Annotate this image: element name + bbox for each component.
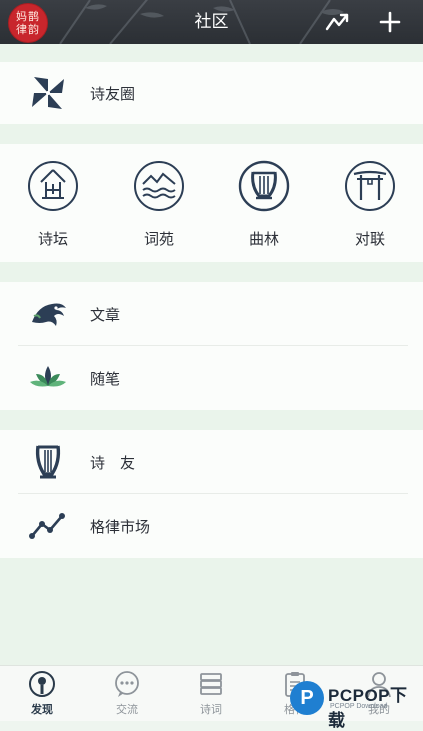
tab-exchange[interactable]: 交流 xyxy=(92,670,162,717)
row-label: 诗友圈 xyxy=(90,84,136,103)
tab-poems[interactable]: 诗词 xyxy=(176,670,246,717)
mountain-wave-icon xyxy=(134,161,184,211)
lyre-icon xyxy=(238,160,290,212)
line-chart-icon xyxy=(29,513,65,539)
altar-icon xyxy=(28,161,78,211)
row-label: 随笔 xyxy=(90,369,121,388)
tab-label: 诗词 xyxy=(200,703,222,716)
lyre-icon xyxy=(35,445,61,479)
tab-label: 发现 xyxy=(31,703,53,716)
grid-label: 曲林 xyxy=(248,230,279,248)
grid-label: 对联 xyxy=(354,230,385,248)
book-icon xyxy=(200,673,222,695)
chat-icon xyxy=(115,671,139,697)
archway-icon xyxy=(345,161,395,211)
community-content: 诗友圈 诗坛 词苑 曲林 对联 文章 随笔 诗 友 格律市场 xyxy=(0,44,423,665)
tab-label: 交流 xyxy=(116,703,138,716)
row-poet-friends[interactable]: 诗 友 xyxy=(0,430,423,494)
grid-label: 诗坛 xyxy=(37,230,68,248)
grid-label: 词苑 xyxy=(143,230,174,248)
row-label: 格律市场 xyxy=(90,517,151,536)
watermark-logo-icon: P xyxy=(290,681,324,715)
top-bar: 妈鹊 律韵 社区 xyxy=(0,0,423,44)
grid-item-couplets[interactable]: 对联 xyxy=(335,160,405,249)
watermark: P PCPOP下载 PCPOP Download xyxy=(288,678,423,730)
page-title: 社区 xyxy=(194,12,229,32)
tab-discover[interactable]: 发现 xyxy=(7,670,77,717)
grid-item-ci-garden[interactable]: 词苑 xyxy=(124,160,194,249)
row-articles[interactable]: 文章 xyxy=(0,282,423,346)
grid-item-qu-forest[interactable]: 曲林 xyxy=(229,160,299,249)
plus-icon[interactable] xyxy=(378,10,402,34)
spacer-band xyxy=(0,410,423,430)
lotus-icon xyxy=(30,366,66,387)
trend-icon[interactable] xyxy=(325,10,349,34)
row-label: 诗 友 xyxy=(90,453,136,472)
grid-item-poetry-forum[interactable]: 诗坛 xyxy=(18,160,88,249)
row-label: 文章 xyxy=(90,305,121,324)
row-metrics-market[interactable]: 格律市场 xyxy=(0,494,423,558)
dragon-icon xyxy=(32,303,66,326)
pinwheel-icon xyxy=(32,77,64,109)
compass-icon xyxy=(29,671,55,697)
row-essays[interactable]: 随笔 xyxy=(0,346,423,410)
row-poet-circle[interactable]: 诗友圈 xyxy=(0,62,423,124)
spacer-band xyxy=(0,124,423,144)
spacer-band xyxy=(0,44,423,62)
empty-area xyxy=(0,558,423,665)
spacer-band xyxy=(0,262,423,282)
watermark-subtext: PCPOP Download xyxy=(330,703,388,710)
